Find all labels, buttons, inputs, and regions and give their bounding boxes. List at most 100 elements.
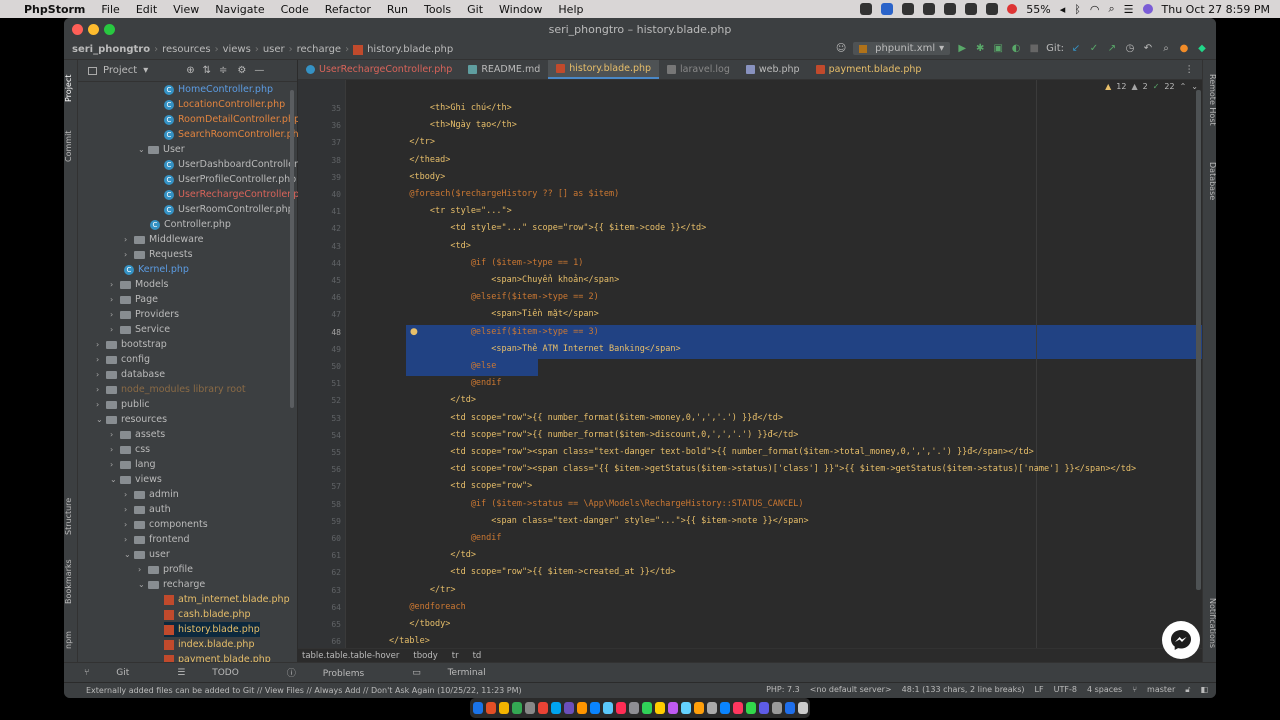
search-icon[interactable]: ⌕ (1108, 2, 1114, 16)
jetbrains-icon[interactable]: ◆ (1196, 43, 1208, 55)
chevron-right-icon[interactable]: › (110, 460, 120, 469)
tool-remote-host[interactable]: Remote Host (1203, 70, 1216, 130)
line-separator[interactable]: LF (1035, 685, 1044, 695)
tool-structure[interactable]: Structure (64, 488, 78, 544)
tool-npm[interactable]: npm (64, 626, 78, 654)
battery-percent[interactable]: 55% (1026, 3, 1050, 16)
nav-crumb-views[interactable]: views (223, 44, 251, 55)
menu-run[interactable]: Run (379, 3, 416, 16)
tree-folder[interactable]: › node_modules library root (96, 382, 246, 397)
tree-scrollbar[interactable] (290, 90, 294, 408)
nav-crumb-file[interactable]: history.blade.php (367, 44, 453, 55)
search-everywhere-icon[interactable]: ⌕ (1160, 43, 1172, 55)
minimize-window-button[interactable] (88, 24, 99, 35)
run-icon[interactable]: ▶ (956, 43, 968, 55)
tree-folder[interactable]: › assets (110, 427, 165, 442)
editor-tab[interactable]: UserRechargeController.php (298, 60, 460, 79)
lock-icon[interactable]: 🔓︎ (1185, 685, 1190, 695)
chevron-right-icon[interactable]: › (110, 430, 120, 439)
hide-icon[interactable]: — (254, 65, 264, 76)
editor-tab[interactable]: payment.blade.php (808, 60, 930, 79)
menu-code[interactable]: Code (273, 3, 317, 16)
tree-file[interactable]: index.blade.php (164, 637, 254, 652)
run-config-select[interactable]: phpunit.xml ▾ (853, 42, 951, 55)
stop-icon[interactable]: ■ (1028, 43, 1040, 55)
crumb-tbody[interactable]: tbody (413, 651, 437, 661)
dock-app-icon[interactable] (563, 702, 574, 714)
code-editor[interactable]: ● ▲ 12 ▲ 2 ✓ 22 ⌃ ⌄ <th>Ghi chú</th> <th… (346, 80, 1202, 662)
chevron-right-icon[interactable]: › (124, 520, 134, 529)
status-app-icon[interactable] (860, 3, 873, 15)
dock-app-icon[interactable] (498, 702, 509, 714)
locate-icon[interactable]: ⊕ (186, 65, 194, 76)
tab-todo[interactable]: ☰ TODO (177, 668, 263, 678)
tree-file[interactable]: atm_internet.blade.php (164, 592, 290, 607)
status-app-icon[interactable] (944, 3, 957, 15)
chevron-up-icon[interactable]: ⌃ (1180, 82, 1187, 91)
dock-app-icon[interactable] (602, 702, 613, 714)
status-message[interactable]: Externally added files can be added to G… (86, 686, 522, 695)
crumb-table[interactable]: table.table.table-hover (302, 651, 399, 661)
dock-app-icon[interactable] (576, 702, 587, 714)
dock-app-icon[interactable] (485, 702, 496, 714)
app-menu[interactable]: PhpStorm (16, 3, 93, 16)
tree-folder[interactable]: › profile (138, 562, 193, 577)
tree-folder[interactable]: › Models (110, 277, 168, 292)
chevron-right-icon[interactable]: › (138, 565, 148, 574)
dock-app-icon[interactable] (706, 702, 717, 714)
debug-icon[interactable]: ✱ (974, 43, 986, 55)
zoom-window-button[interactable] (104, 24, 115, 35)
editor-scrollbar[interactable] (1196, 90, 1201, 590)
caret-position[interactable]: 48:1 (133 chars, 2 line breaks) (902, 685, 1025, 695)
menu-refactor[interactable]: Refactor (317, 3, 379, 16)
chevron-right-icon[interactable]: › (124, 535, 134, 544)
chevron-right-icon[interactable]: › (124, 490, 134, 499)
tree-folder[interactable]: ⌄ User (138, 142, 185, 157)
dock-app-icon[interactable] (537, 702, 548, 714)
nav-crumb-recharge[interactable]: recharge (297, 44, 341, 55)
profile-icon[interactable]: ◐ (1010, 43, 1022, 55)
menu-tools[interactable]: Tools (416, 3, 459, 16)
menu-window[interactable]: Window (491, 3, 550, 16)
tool-commit[interactable]: Commit (64, 124, 78, 168)
history-icon[interactable]: ◷ (1124, 43, 1136, 55)
tool-project[interactable]: Project (64, 66, 78, 110)
tree-folder[interactable]: ⌄ user (124, 547, 170, 562)
dock-app-icon[interactable] (628, 702, 639, 714)
status-app-icon[interactable] (881, 3, 894, 15)
file-encoding[interactable]: UTF-8 (1054, 685, 1077, 695)
tree-folder[interactable]: › database (96, 367, 165, 382)
wifi-icon[interactable]: ◠ (1090, 3, 1100, 16)
menu-git[interactable]: Git (459, 3, 491, 16)
tree-file[interactable]: C UserRechargeController.p (164, 187, 299, 202)
tree-folder[interactable]: › lang (110, 457, 156, 472)
chevron-right-icon[interactable]: › (96, 370, 106, 379)
tree-folder[interactable]: ⌄ views (110, 472, 162, 487)
tree-file[interactable]: C UserProfileController.php (164, 172, 296, 187)
rollback-icon[interactable]: ↶ (1142, 43, 1154, 55)
memory-icon[interactable]: ◧ (1200, 685, 1208, 695)
tree-file[interactable]: C UserDashboardController (164, 157, 298, 172)
dock-app-icon[interactable] (732, 702, 743, 714)
dock-app-icon[interactable] (745, 702, 756, 714)
dock-app-icon[interactable] (680, 702, 691, 714)
bluetooth-icon[interactable]: ᛒ (1074, 3, 1081, 16)
dock-app-icon[interactable] (550, 702, 561, 714)
clock-datetime[interactable]: Thu Oct 27 8:59 PM (1162, 3, 1271, 16)
chevron-right-icon[interactable]: › (110, 325, 120, 334)
status-app-icon[interactable] (902, 3, 915, 15)
control-center-icon[interactable]: ☰ (1124, 3, 1134, 16)
record-icon[interactable] (1007, 4, 1018, 14)
tree-folder[interactable]: › admin (124, 487, 179, 502)
chevron-right-icon[interactable]: › (96, 355, 106, 364)
collapse-all-icon[interactable]: ≑ (219, 65, 227, 76)
dock-app-icon[interactable] (641, 702, 652, 714)
tree-folder[interactable]: › css (110, 442, 150, 457)
tree-folder[interactable]: › public (96, 397, 150, 412)
dock-app-icon[interactable] (693, 702, 704, 714)
dock-app-icon[interactable] (654, 702, 665, 714)
chevron-right-icon[interactable]: › (110, 445, 120, 454)
dock-app-icon[interactable] (758, 702, 769, 714)
status-app-icon[interactable] (965, 3, 978, 15)
php-version[interactable]: PHP: 7.3 (766, 685, 800, 695)
